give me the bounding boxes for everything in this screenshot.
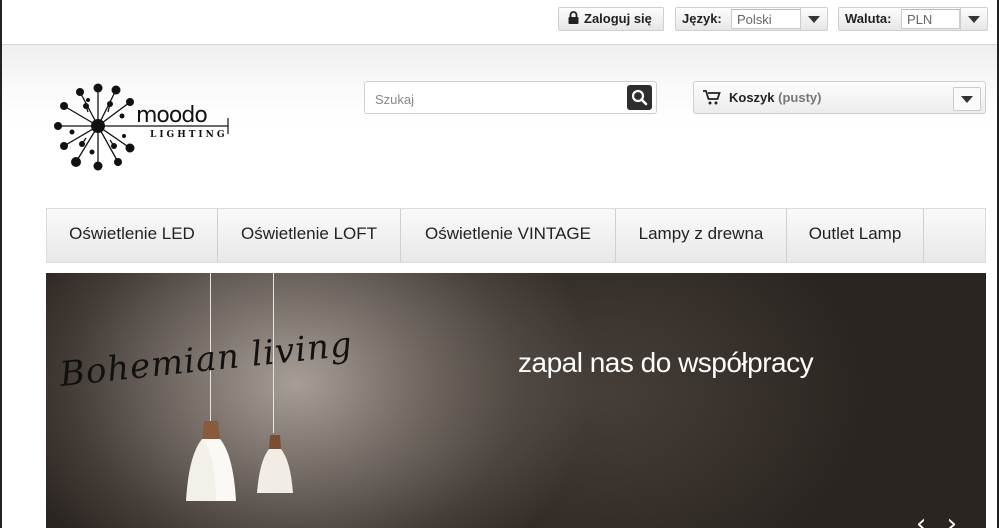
cart-icon — [703, 90, 721, 110]
pendant-lamp-image — [257, 435, 293, 493]
cart-status: (pusty) — [778, 90, 822, 105]
search-icon — [631, 89, 648, 106]
chevron-down-icon — [968, 16, 980, 23]
nav-item-outlet[interactable]: Outlet Lamp — [787, 209, 924, 262]
main-nav: Oświetlenie LED Oświetlenie LOFT Oświetl… — [46, 208, 986, 263]
cart-dropdown-toggle[interactable] — [953, 87, 981, 111]
logo-wordmark: moodo — [136, 103, 207, 128]
language-selector[interactable]: Język: Polski — [675, 7, 828, 31]
currency-dropdown-toggle[interactable] — [960, 8, 987, 30]
chevron-down-icon — [961, 96, 973, 103]
hero-banner[interactable]: Bohemian living zapal nas do współpracy … — [46, 273, 986, 528]
currency-label: Waluta: — [845, 11, 892, 26]
cart-label: Koszyk (pusty) — [729, 90, 822, 105]
nav-item-wood[interactable]: Lampy z drewna — [616, 209, 787, 262]
cart-button[interactable]: Koszyk (pusty) — [693, 81, 986, 114]
pendant-lamp-image — [186, 421, 236, 501]
handwritten-text: Bohemian living — [57, 324, 355, 395]
language-label: Język: — [682, 11, 722, 26]
cart-title: Koszyk — [729, 90, 775, 105]
language-dropdown-toggle[interactable] — [800, 8, 827, 30]
nav-item-vintage[interactable]: Oświetlenie VINTAGE — [401, 209, 616, 262]
nav-item-loft[interactable]: Oświetlenie LOFT — [218, 209, 401, 262]
banner-slogan: zapal nas do współpracy — [518, 347, 814, 378]
nav-item-led[interactable]: Oświetlenie LED — [47, 209, 218, 262]
logo-subtext: LIGHTING — [150, 130, 228, 140]
currency-value[interactable]: PLN — [901, 9, 960, 29]
site-logo[interactable]: moodo LIGHTING — [52, 82, 232, 174]
login-label: Zaloguj się — [584, 11, 652, 26]
lock-icon — [568, 9, 579, 31]
chevron-down-icon — [808, 16, 820, 23]
login-button[interactable]: Zaloguj się — [558, 7, 664, 31]
language-value[interactable]: Polski — [731, 9, 801, 29]
lamp-cord — [273, 273, 274, 433]
search-box — [364, 81, 657, 114]
top-bar: Zaloguj się Język: Polski Waluta: PLN — [2, 0, 997, 45]
search-input[interactable] — [373, 88, 617, 110]
lamp-cord — [210, 273, 211, 423]
currency-selector[interactable]: Waluta: PLN — [838, 7, 988, 31]
search-button[interactable] — [627, 85, 652, 110]
slider-arrows[interactable]: ‹ › — [916, 509, 963, 528]
logo-graphic: moodo LIGHTING — [54, 83, 229, 171]
